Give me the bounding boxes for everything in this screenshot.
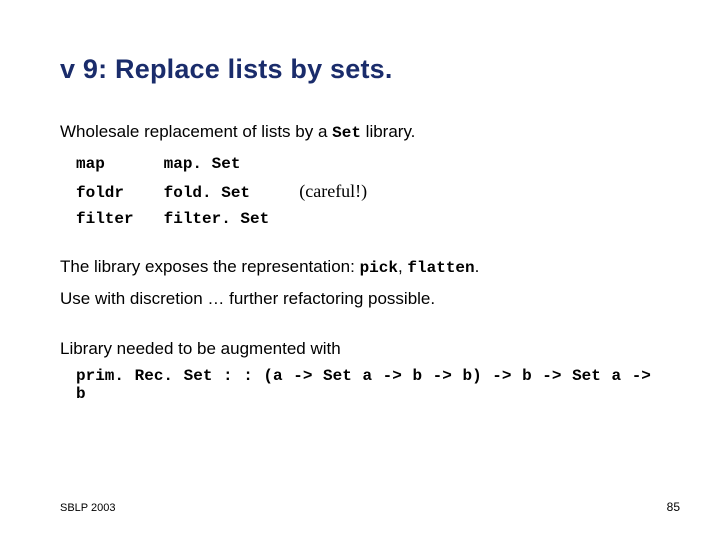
lib-comma: , bbox=[398, 257, 407, 276]
augment-line: Library needed to be augmented with bbox=[60, 336, 660, 362]
slide: v 9: Replace lists by sets. Wholesale re… bbox=[0, 0, 720, 540]
map-from: map bbox=[76, 151, 164, 177]
map-to: map. Set bbox=[164, 151, 300, 177]
map-to: fold. Set bbox=[164, 177, 300, 206]
lib-period: . bbox=[475, 257, 480, 276]
intro-text-prefix: Wholesale replacement of lists by a bbox=[60, 122, 332, 141]
footer-left: SBLP 2003 bbox=[60, 502, 115, 514]
page-number: 85 bbox=[667, 500, 680, 514]
code-block: prim. Rec. Set : : (a -> Set a -> b -> b… bbox=[60, 367, 660, 403]
table-row: map map. Set bbox=[76, 151, 397, 177]
map-to: filter. Set bbox=[164, 206, 300, 232]
map-from: filter bbox=[76, 206, 164, 232]
intro-code: Set bbox=[332, 124, 361, 142]
discretion-line: Use with discretion … further refactorin… bbox=[60, 286, 660, 312]
map-from: foldr bbox=[76, 177, 164, 206]
intro-text-suffix: library. bbox=[361, 122, 415, 141]
table-row: foldr fold. Set (careful!) bbox=[76, 177, 397, 206]
lib-code-flatten: flatten bbox=[407, 259, 474, 277]
lib-prefix: The library exposes the representation: bbox=[60, 257, 360, 276]
map-note bbox=[299, 151, 397, 177]
footer: SBLP 2003 85 bbox=[60, 500, 680, 514]
slide-title: v 9: Replace lists by sets. bbox=[60, 54, 660, 85]
table-row: filter filter. Set bbox=[76, 206, 397, 232]
library-exposes: The library exposes the representation: … bbox=[60, 254, 660, 280]
lib-code-pick: pick bbox=[360, 259, 398, 277]
intro-line: Wholesale replacement of lists by a Set … bbox=[60, 119, 660, 145]
mapping-table: map map. Set foldr fold. Set (careful!) … bbox=[76, 151, 397, 232]
map-note bbox=[299, 206, 397, 232]
map-note: (careful!) bbox=[299, 177, 397, 206]
